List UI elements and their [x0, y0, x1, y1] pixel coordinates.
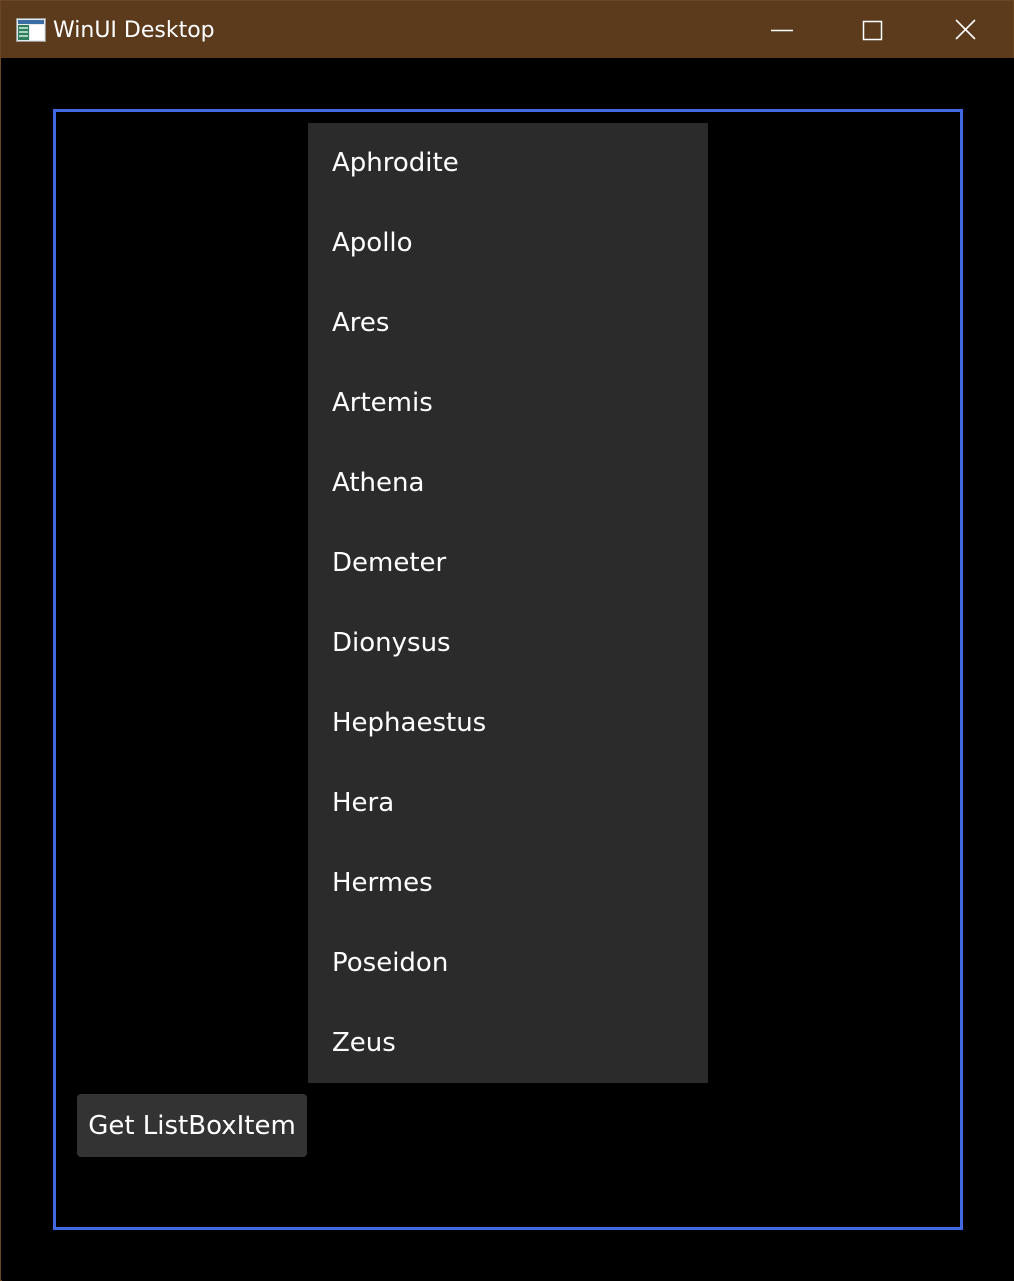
- minimize-icon: [771, 29, 793, 32]
- minimize-button[interactable]: [736, 1, 828, 58]
- get-listboxitem-button[interactable]: Get ListBoxItem: [77, 1094, 307, 1157]
- gods-listbox[interactable]: Aphrodite Apollo Ares Artemis Athena Dem…: [308, 123, 708, 1083]
- list-item[interactable]: Hera: [308, 763, 708, 843]
- list-item[interactable]: Demeter: [308, 523, 708, 603]
- maximize-button[interactable]: [827, 1, 919, 58]
- list-item-label: Artemis: [332, 388, 433, 418]
- list-item[interactable]: Zeus: [308, 1003, 708, 1083]
- window-title: WinUI Desktop: [53, 18, 215, 43]
- list-item-label: Hephaestus: [332, 708, 487, 738]
- list-item-label: Poseidon: [332, 948, 449, 978]
- list-item[interactable]: Aphrodite: [308, 123, 708, 203]
- list-item-label: Athena: [332, 468, 425, 498]
- list-item[interactable]: Apollo: [308, 203, 708, 283]
- list-item-label: Demeter: [332, 548, 447, 578]
- list-item[interactable]: Dionysus: [308, 603, 708, 683]
- app-icon: [16, 18, 46, 42]
- list-item-label: Dionysus: [332, 628, 451, 658]
- app-window: WinUI Desktop Aphrodite Apollo Ares Arte…: [0, 0, 1014, 1281]
- list-item[interactable]: Artemis: [308, 363, 708, 443]
- list-item[interactable]: Hermes: [308, 843, 708, 923]
- close-icon: [955, 19, 976, 40]
- list-item[interactable]: Hephaestus: [308, 683, 708, 763]
- get-listboxitem-button-label: Get ListBoxItem: [88, 1111, 296, 1141]
- list-item-label: Apollo: [332, 228, 413, 258]
- list-item-label: Zeus: [332, 1028, 396, 1058]
- list-item[interactable]: Ares: [308, 283, 708, 363]
- title-bar[interactable]: WinUI Desktop: [1, 1, 1013, 58]
- list-item-label: Hera: [332, 788, 395, 818]
- list-item[interactable]: Poseidon: [308, 923, 708, 1003]
- list-item-label: Aphrodite: [332, 148, 459, 178]
- close-button[interactable]: [920, 1, 1012, 58]
- maximize-icon: [862, 20, 883, 41]
- list-item-label: Ares: [332, 308, 390, 338]
- list-item-label: Hermes: [332, 868, 433, 898]
- list-item[interactable]: Athena: [308, 443, 708, 523]
